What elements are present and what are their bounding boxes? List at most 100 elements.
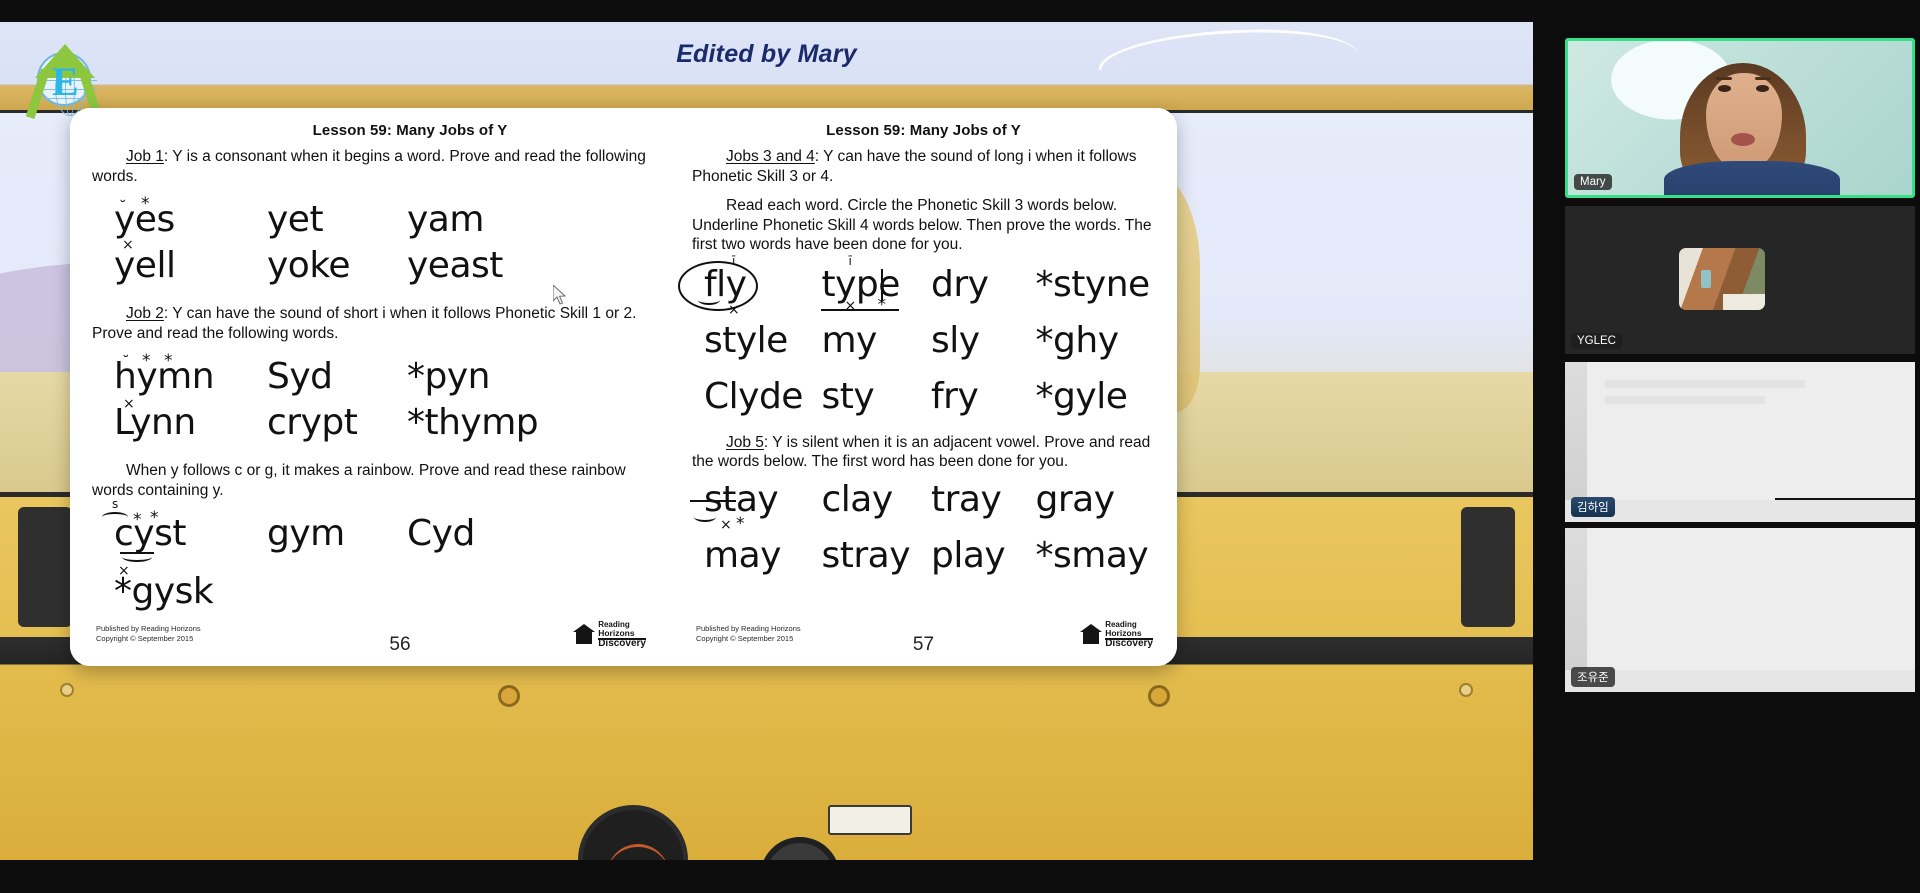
word-text: gray (1035, 478, 1116, 520)
logo-line-3: Discovery (598, 637, 646, 649)
i-sound-mark: ī (732, 253, 735, 268)
screen-share-stage: Edited by Mary E Lesson 59: Many Jobs of… (0, 22, 1533, 860)
job2-instruction: Job 2: Y can have the sound of short i w… (92, 304, 648, 343)
word-item: yoke (267, 244, 407, 288)
smile-arc-mark (694, 512, 716, 522)
word-text: Cyd (407, 513, 475, 554)
x-mark: × (720, 516, 732, 533)
circle-underline-instruction: Read each word. Circle the Phonetic Skil… (692, 196, 1155, 255)
bus-side-panel-right (1461, 507, 1515, 627)
x-mark: × (844, 297, 856, 314)
word-item: gym (267, 512, 407, 556)
participant-name-label: 김하임 (1571, 497, 1615, 517)
dash-rivet-2 (1459, 683, 1473, 697)
word-text: yeast (407, 245, 503, 286)
rainbow-text: When y follows c or g, it makes a rainbo… (92, 462, 626, 499)
word-item: Lynn (92, 401, 267, 445)
x-mark: × (728, 301, 740, 318)
word-item: *styne (1036, 263, 1155, 307)
job1-word-row-2: yell yoke yeast (92, 244, 648, 288)
word-item: tray (931, 478, 1036, 522)
word-text: may (704, 534, 781, 576)
jo-shared-document (1565, 528, 1915, 692)
doc-text-line (1605, 380, 1805, 388)
ps34-word-row-3: Clyde sty fry *gyle (692, 375, 1155, 419)
job5-word-row-2: may stray play *smay (692, 534, 1155, 578)
word-item: my (821, 319, 931, 363)
word-item: cyst s * * × (92, 498, 267, 578)
word-item: clay (821, 478, 931, 522)
dash-knob-right (1148, 685, 1170, 707)
word-item: yet (267, 198, 407, 242)
job2-label: Job 2 (126, 305, 164, 322)
reading-horizons-logo: Reading Horizons Discovery (573, 620, 646, 649)
doc-rule-line (1775, 498, 1915, 500)
participant-name-label: 조유준 (1571, 667, 1615, 687)
circle-underline-text: Read each word. Circle the Phonetic Skil… (692, 197, 1152, 253)
word-text: gym (267, 513, 345, 554)
job2-text: : Y can have the sound of short i when i… (92, 305, 637, 342)
job1-word-row-1: yes ˘ * × yet yam (92, 196, 648, 253)
word-text: *gysk (114, 571, 214, 612)
word-text: *smay (1035, 534, 1149, 576)
mary-brow-left (1716, 77, 1732, 80)
jobs34-instruction: Jobs 3 and 4: Y can have the sound of lo… (692, 147, 1155, 186)
speedometer-gauge (578, 805, 688, 860)
word-text: sty (821, 375, 875, 417)
house-icon (573, 624, 596, 645)
word-item: style (692, 319, 821, 363)
dash-rivet-1 (60, 683, 74, 697)
logo-line-2: Horizons (598, 628, 635, 638)
worksheet-page-56: Lesson 59: Many Jobs of Y Job 1: Y is a … (70, 108, 670, 666)
job2-word-row-2: Lynn crypt *thymp (92, 401, 648, 445)
word-text: *ghy (1035, 319, 1119, 361)
jobs34-label: Jobs 3 and 4 (726, 148, 815, 165)
word-item: fly ī × (678, 255, 821, 317)
word-item: sty (821, 375, 931, 419)
word-text: style (704, 319, 788, 361)
slide-header: Edited by Mary (0, 22, 1533, 85)
word-text: *thymp (407, 402, 539, 443)
word-text: clay (821, 478, 893, 520)
logo-line-3: Discovery (1105, 637, 1153, 649)
word-text: yell (114, 245, 176, 286)
word-item: yam (407, 198, 567, 242)
published-by: Published by Reading Horizons (96, 624, 201, 633)
worksheet-document: Lesson 59: Many Jobs of Y Job 1: Y is a … (70, 108, 1177, 666)
video-tile-kim[interactable]: 김하임 (1565, 362, 1915, 522)
mary-eye-right (1756, 85, 1769, 92)
word-item: hymn ˘ * * × (92, 351, 267, 412)
word-text: crypt (267, 402, 358, 443)
doc-bottom-bar (1565, 500, 1915, 522)
video-tile-yglec[interactable]: YGLEC (1565, 206, 1915, 354)
word-item: *smay (1036, 534, 1155, 578)
mouse-cursor (553, 285, 567, 305)
strikethrough-mark (690, 499, 736, 502)
word-item: gray (1036, 478, 1155, 522)
participant-name-label: YGLEC (1571, 333, 1622, 349)
word-item: *gyle (1036, 375, 1155, 419)
word-item: crypt (267, 401, 407, 445)
word-text: *styne (1035, 263, 1151, 305)
word-item: *gysk (92, 570, 267, 614)
ps34-word-row-1: fly ī × type ī × * dry *styne (678, 255, 1155, 317)
asterisk-mark: * (142, 351, 151, 371)
dash-knob-left (498, 685, 520, 707)
published-by: Published by Reading Horizons (696, 624, 801, 633)
house-icon (1080, 624, 1103, 645)
word-item: Clyde (692, 375, 821, 419)
asterisk-mark: * (877, 294, 886, 315)
video-tile-mary[interactable]: Mary (1565, 38, 1915, 198)
word-text: my (821, 319, 877, 361)
steering-wheel (760, 837, 840, 860)
video-tile-jo[interactable]: 조유준 (1565, 528, 1915, 692)
yglec-room-photo (1679, 248, 1765, 310)
word-item: *thymp (407, 401, 567, 445)
word-text: yoke (267, 245, 351, 286)
word-item: *ghy (1036, 319, 1155, 363)
word-text: tray (931, 478, 1002, 520)
word-text: dry (931, 263, 989, 305)
underline-annotation (821, 308, 900, 311)
job5-instruction: Job 5: Y is silent when it is an adjacen… (692, 433, 1155, 472)
bus-side-panel-left (18, 507, 72, 627)
